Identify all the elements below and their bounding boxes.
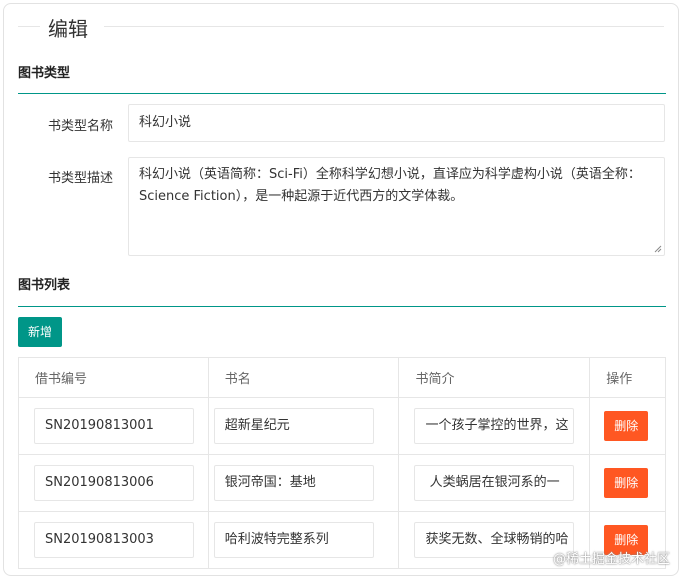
table-row: SN20190813001 超新星纪元 一个孩子掌控的世界，这 删除 (18, 397, 666, 455)
book-name-input[interactable]: 超新星纪元 (213, 408, 374, 444)
type-name-input[interactable]: 科幻小说 (128, 104, 665, 142)
watermark: @稀土掘金技术社区 (552, 552, 670, 567)
table-header-row: 借书编号 书名 书简介 操作 (18, 357, 666, 398)
delete-button[interactable]: 删除 (604, 468, 649, 498)
book-id-input[interactable]: SN20190813006 (34, 465, 194, 501)
book-intro-input[interactable]: 一个孩子掌控的世界，这 (414, 408, 575, 444)
column-header-action: 操作 (589, 357, 666, 398)
fieldset-border-left (18, 26, 40, 27)
section-title-book-list: 图书列表 (18, 278, 71, 293)
type-desc-text: 科幻小说（英语简称：Sci-Fi）全称科学幻想小说，直译应为科学虚构小说（英语全… (139, 167, 641, 204)
section-divider (18, 306, 666, 307)
type-desc-label: 书类型描述 (47, 171, 113, 186)
section-divider (18, 93, 666, 94)
add-button[interactable]: 新增 (18, 317, 62, 347)
resize-handle-icon[interactable] (654, 245, 662, 253)
fieldset-legend: 编辑 (48, 17, 88, 41)
book-id-input[interactable]: SN20190813001 (34, 408, 194, 444)
book-id-input[interactable]: SN20190813003 (34, 522, 194, 558)
column-header-name: 书名 (207, 357, 400, 398)
book-intro-input[interactable]: 人类蜗居在银河系的一 (414, 465, 575, 501)
column-header-intro: 书简介 (398, 357, 591, 398)
type-name-label: 书类型名称 (47, 119, 113, 134)
section-title-book-type: 图书类型 (18, 66, 71, 81)
table-row: SN20190813006 银河帝国：基地 人类蜗居在银河系的一 删除 (18, 454, 666, 512)
book-name-input[interactable]: 银河帝国：基地 (213, 465, 374, 501)
book-intro-input[interactable]: 获奖无数、全球畅销的哈 (414, 522, 575, 558)
column-header-id: 借书编号 (18, 357, 209, 398)
book-name-input[interactable]: 哈利波特完整系列 (213, 522, 374, 558)
delete-button[interactable]: 删除 (604, 411, 649, 441)
book-table: 借书编号 书名 书简介 操作 SN20190813001 超新星纪元 一个孩子掌… (18, 357, 666, 569)
fieldset-border-right (104, 26, 664, 27)
type-desc-textarea[interactable]: 科幻小说（英语简称：Sci-Fi）全称科学幻想小说，直译应为科学虚构小说（英语全… (128, 157, 665, 256)
